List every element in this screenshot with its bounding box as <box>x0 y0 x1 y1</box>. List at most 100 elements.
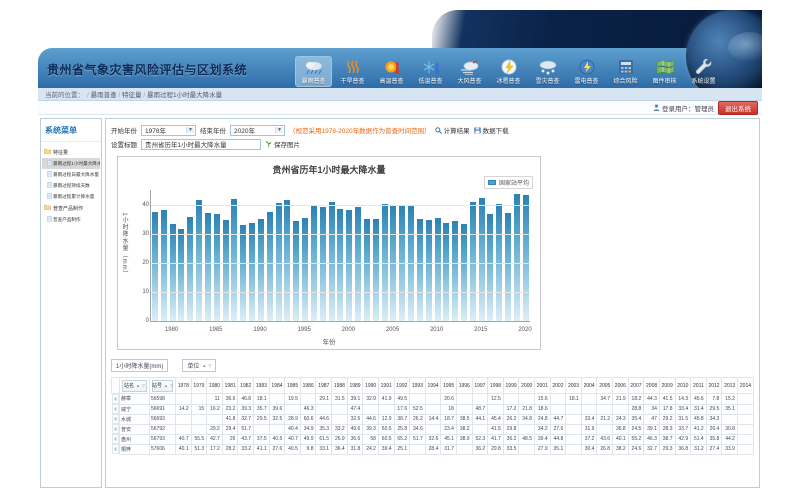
value-cell: 33.5 <box>503 444 519 454</box>
nav-item-settings-survey[interactable]: 系统设置 <box>685 56 722 87</box>
year-column-header[interactable]: 1993 <box>410 378 426 394</box>
page-icon <box>47 182 52 189</box>
year-column-header[interactable]: 2004 <box>581 378 597 394</box>
end-year-label: 结束年份 <box>200 125 226 135</box>
nav-item-cold-survey[interactable]: 低温普查 <box>412 56 449 87</box>
station-name-column-header[interactable]: 站名▲▽ <box>120 378 150 394</box>
year-column-header[interactable]: 2008 <box>644 378 660 394</box>
calc-result-button[interactable]: 计算结果 <box>435 125 470 135</box>
value-cell: 51.3 <box>191 444 207 454</box>
year-column-header[interactable]: 2014 <box>737 378 753 394</box>
year-column-header[interactable]: 1985 <box>285 378 301 394</box>
year-column-header[interactable]: 1996 <box>456 378 472 394</box>
nav-item-snow-survey[interactable]: 雪灾普查 <box>529 56 566 87</box>
year-column-header[interactable]: 2010 <box>675 378 691 394</box>
year-column-header[interactable]: 1991 <box>378 378 394 394</box>
year-column-header[interactable]: 1982 <box>238 378 254 394</box>
sort-desc-icon[interactable]: ▽ <box>142 383 145 388</box>
field-filter[interactable]: 1小时降水量(mm) <box>111 359 168 372</box>
value-cell: 47.4 <box>347 404 363 414</box>
nav-item-map-survey[interactable]: 图件审核 <box>646 56 683 87</box>
year-column-header[interactable]: 2006 <box>613 378 629 394</box>
year-column-header[interactable]: 1987 <box>316 378 332 394</box>
year-column-header[interactable]: 1979 <box>191 378 207 394</box>
sort-desc-icon[interactable]: ▽ <box>208 363 211 368</box>
sort-asc-icon[interactable]: ▲ <box>164 383 168 388</box>
row-expander-icon[interactable] <box>112 414 120 424</box>
year-column-header[interactable]: 1994 <box>425 378 441 394</box>
year-column-header[interactable]: 1983 <box>254 378 270 394</box>
tree-item[interactable]: 暴雨过程持续天数 <box>42 180 100 191</box>
tree-group[interactable]: 特征量 <box>42 146 100 158</box>
year-column-header[interactable]: 1978 <box>176 378 192 394</box>
chart-title-input[interactable]: 贵州省历年1小时最大降水量 <box>141 139 261 150</box>
nav-item-risk-survey[interactable]: 综合风险 <box>607 56 644 87</box>
year-column-header[interactable]: 1988 <box>332 378 348 394</box>
breadcrumb-item[interactable]: 特征量 <box>122 92 142 99</box>
breadcrumb-item[interactable]: 暴雨过程1小时最大降水量 <box>147 92 222 99</box>
year-column-header[interactable]: 1990 <box>363 378 379 394</box>
tree-item[interactable]: 普查产品制作 <box>42 214 100 225</box>
year-column-header[interactable]: 2003 <box>566 378 582 394</box>
row-expander-icon[interactable] <box>112 424 120 434</box>
breadcrumb-item[interactable]: 暴雨普查 <box>91 92 117 99</box>
value-cell: 31.5 <box>332 394 348 405</box>
year-column-header[interactable]: 2012 <box>706 378 722 394</box>
nav-item-wind-survey[interactable]: 大风普查 <box>451 56 488 87</box>
nav-item-lightning-survey[interactable]: 雷电普查 <box>568 56 605 87</box>
year-column-header[interactable]: 1997 <box>472 378 488 394</box>
row-expander-icon[interactable] <box>112 434 120 444</box>
year-column-header[interactable]: 2001 <box>535 378 551 394</box>
value-cell: 44.7 <box>550 414 566 424</box>
year-column-header[interactable]: 1980 <box>207 378 223 394</box>
value-cell <box>425 394 441 405</box>
start-year-select[interactable]: 1978年 ▼ <box>141 125 196 136</box>
year-column-header[interactable]: 2009 <box>659 378 675 394</box>
year-column-header[interactable]: 2011 <box>691 378 707 394</box>
year-column-header[interactable]: 1995 <box>441 378 457 394</box>
row-expander-icon[interactable] <box>112 404 120 414</box>
tree-item[interactable]: 暴雨过程日最大降水量 <box>42 169 100 180</box>
nav-item-heat-survey[interactable]: 高温普查 <box>373 56 410 87</box>
tree-item[interactable]: 暴雨过程累计降水量 <box>42 191 100 202</box>
value-cell: 16.2 <box>207 404 223 414</box>
year-column-header[interactable]: 1989 <box>347 378 363 394</box>
year-column-header[interactable]: 1992 <box>394 378 410 394</box>
year-column-header[interactable]: 1999 <box>503 378 519 394</box>
value-cell <box>550 404 566 414</box>
save-image-button[interactable]: 保存图片 <box>265 139 300 149</box>
value-cell: 29.5 <box>706 404 722 414</box>
year-column-header[interactable]: 1984 <box>269 378 285 394</box>
year-column-header[interactable]: 1986 <box>300 378 316 394</box>
value-cell <box>566 444 582 454</box>
year-column-header[interactable]: 2007 <box>628 378 644 394</box>
sort-desc-icon[interactable]: ▽ <box>170 383 173 388</box>
nav-item-hail-survey[interactable]: 冰雹普查 <box>490 56 527 87</box>
unit-filter[interactable]: 单位 ▲▽ <box>182 359 216 372</box>
value-cell: 40.5 <box>285 444 301 454</box>
nav-item-drought-survey[interactable]: 干旱普查 <box>334 56 371 87</box>
value-cell <box>581 404 597 414</box>
end-year-select[interactable]: 2020年 ▼ <box>230 125 285 136</box>
row-expander-icon[interactable] <box>112 444 120 454</box>
nav-item-rain-survey[interactable]: 暴雨普查 <box>295 56 332 87</box>
year-column-header[interactable]: 2013 <box>722 378 738 394</box>
year-column-header[interactable]: 2000 <box>519 378 535 394</box>
logout-button[interactable]: 退出系统 <box>718 101 758 115</box>
year-column-header[interactable]: 2002 <box>550 378 566 394</box>
sort-asc-icon[interactable]: ▲ <box>202 363 206 368</box>
tree-group[interactable]: 普查产品制作 <box>42 202 100 214</box>
row-expander-icon[interactable] <box>112 394 120 404</box>
year-column-header[interactable]: 2005 <box>597 378 613 394</box>
tree-item[interactable]: 暴雨过程1小时最大降水量 <box>42 158 100 169</box>
value-cell: 44.6 <box>316 414 332 424</box>
sort-asc-icon[interactable]: ▲ <box>136 383 140 388</box>
data-download-button[interactable]: 数据下载 <box>474 125 509 135</box>
year-column-header[interactable]: 1998 <box>488 378 504 394</box>
value-cell <box>613 404 629 414</box>
nav-item-label: 高温普查 <box>374 76 409 85</box>
chevron-down-icon: ▼ <box>275 127 283 133</box>
table-row: 桐梓5760640.151.317.228.233.241.127.640.59… <box>112 444 754 454</box>
station-id-column-header[interactable]: 站号▲▽ <box>150 378 176 394</box>
year-column-header[interactable]: 1981 <box>222 378 238 394</box>
